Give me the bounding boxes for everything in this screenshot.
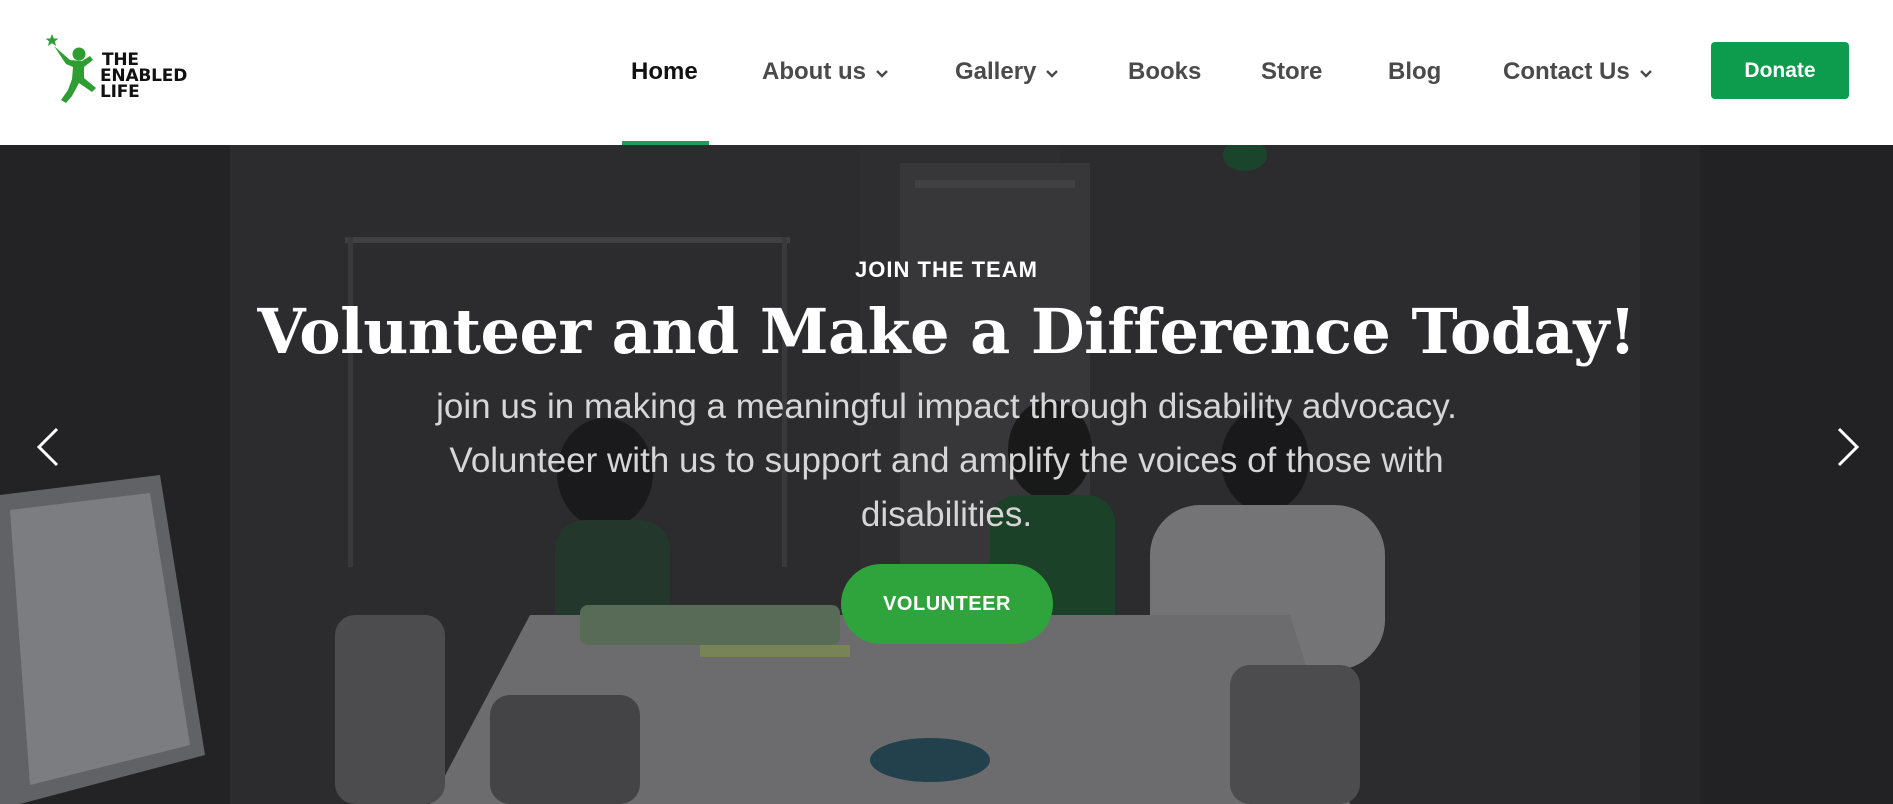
nav-item-blog[interactable]: Blog (1388, 52, 1441, 92)
nav-item-label: Contact Us (1503, 58, 1630, 85)
hero-eyebrow: JOIN THE TEAM (855, 257, 1038, 282)
chevron-right-icon (1837, 427, 1860, 467)
nav-item-gallery[interactable]: Gallery (955, 52, 1059, 92)
hero-headline: Volunteer and Make a Difference Today! (257, 295, 1636, 368)
nav-item-label: Books (1128, 58, 1202, 85)
hero-slider: JOIN THE TEAM Volunteer and Make a Diffe… (0, 145, 1893, 804)
nav-item-label: Home (631, 58, 698, 85)
donate-button[interactable]: Donate (1711, 42, 1849, 99)
volunteer-button[interactable]: VOLUNTEER (841, 564, 1053, 644)
hero-subtext: join us in making a meaningful impact th… (436, 387, 1457, 534)
main-nav: Home About us Gallery Books Store Blog C… (0, 0, 1893, 145)
nav-item-books[interactable]: Books (1128, 52, 1201, 92)
nav-item-label: Blog (1388, 58, 1442, 85)
nav-item-label: Gallery (955, 58, 1037, 85)
nav-item-home[interactable]: Home (631, 52, 698, 92)
chevron-down-icon (1046, 69, 1059, 78)
nav-item-label: Store (1261, 58, 1323, 85)
nav-item-store[interactable]: Store (1261, 52, 1322, 92)
chevron-down-icon (1639, 69, 1652, 78)
nav-item-about-us[interactable]: About us (762, 52, 889, 92)
slider-prev-button[interactable] (28, 420, 68, 474)
nav-item-contact-us[interactable]: Contact Us (1503, 52, 1653, 92)
chevron-down-icon (876, 69, 888, 78)
nav-item-label: About us (762, 58, 866, 85)
chevron-left-icon (36, 427, 59, 467)
slider-next-button[interactable] (1828, 420, 1868, 474)
site-header: THE ENABLED LIFE Home About us Gallery B… (0, 0, 1893, 145)
